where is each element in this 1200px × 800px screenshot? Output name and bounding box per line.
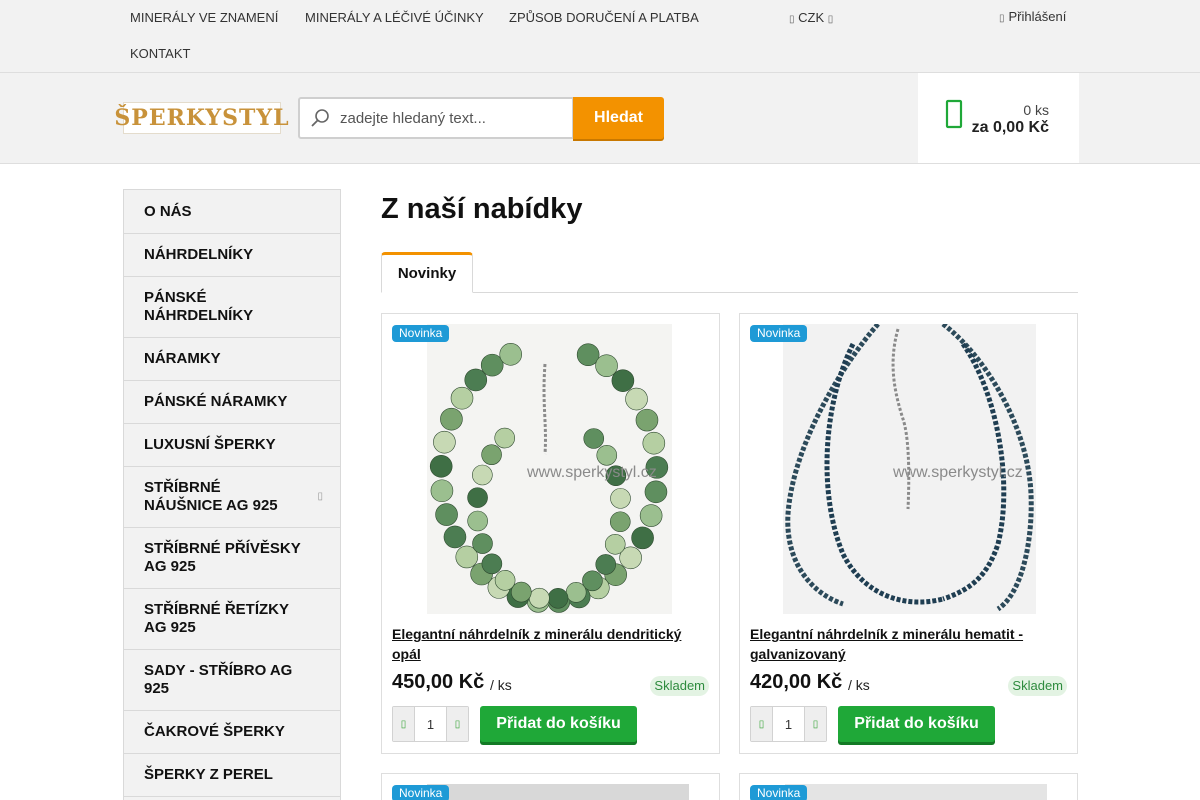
sidebar-item-sperky-z-perel[interactable]: ŠPERKY Z PEREL: [124, 754, 340, 797]
new-badge: Novinka: [750, 325, 808, 342]
sidebar-item-panske-nahrdelniky[interactable]: PÁNSKÉ NÁHRDELNÍKY: [124, 277, 340, 338]
stock-status-badge: Skladem: [650, 676, 709, 696]
quantity-stepper: ▯ ▯: [750, 706, 827, 742]
product-card: Novinka www.sperkystyl.cz Elegantní náhr…: [739, 313, 1078, 754]
decrease-quantity-button[interactable]: ▯: [393, 707, 415, 741]
login-label: Přihlášení: [1008, 9, 1067, 24]
tabs-divider: [381, 292, 1078, 293]
price-unit: / ks: [848, 677, 870, 693]
sidebar-item-label: LUXUSNÍ ŠPERKY: [144, 436, 276, 453]
site-logo[interactable]: ŠPERKYSTYL: [114, 102, 289, 134]
image-watermark: www.sperkystyl.cz: [892, 464, 1023, 481]
new-badge: Novinka: [392, 325, 450, 342]
sidebar-item-label: ČAKROVÉ ŠPERKY: [144, 723, 285, 740]
sidebar-item-nahrdelniky[interactable]: NÁHRDELNÍKY: [124, 234, 340, 277]
currency-label: CZK: [798, 10, 825, 25]
header: ŠPERKYSTYL Hledat 0 ks za 0,00 Kč: [0, 73, 1200, 164]
login-link[interactable]: ▯ Přihlášení: [999, 9, 1066, 24]
sidebar-item-stribrne-retizky[interactable]: STŘÍBRNÉ ŘETÍZKY AG 925: [124, 589, 340, 650]
sidebar-item-cakrove-sperky[interactable]: ČAKROVÉ ŠPERKY: [124, 711, 340, 754]
user-icon: ▯: [999, 13, 1005, 24]
chevron-down-icon: ▯: [827, 14, 834, 25]
increase-quantity-button[interactable]: ▯: [446, 707, 468, 741]
topnav-link-mineraly-ve-znameni[interactable]: MINERÁLY VE ZNAMENÍ: [130, 10, 278, 25]
search-button[interactable]: Hledat: [573, 97, 664, 139]
currency-selector[interactable]: ▯ CZK ▯: [789, 10, 833, 25]
image-watermark: www.sperkystyl.cz: [526, 464, 657, 481]
product-card: Novinka: [381, 773, 720, 800]
new-badge: Novinka: [750, 785, 808, 800]
top-bar: MINERÁLY VE ZNAMENÍ MINERÁLY A LÉČIVÉ ÚČ…: [0, 0, 1200, 73]
sidebar-item-naramky[interactable]: NÁRAMKY: [124, 338, 340, 381]
product-image[interactable]: [785, 784, 1047, 800]
add-to-cart-button[interactable]: Přidat do košíku: [838, 706, 995, 742]
sidebar-item-label: PÁNSKÉ NÁHRDELNÍKY: [144, 289, 254, 324]
price-unit: / ks: [490, 677, 512, 693]
product-price: 420,00 Kč: [750, 671, 843, 693]
product-name-link[interactable]: Elegantní náhrdelník z minerálu dendriti…: [392, 624, 712, 664]
sidebar-item-sady-stribro[interactable]: SADY - STŘÍBRO AG 925: [124, 650, 340, 711]
product-name-link[interactable]: Elegantní náhrdelník z minerálu hematit …: [750, 624, 1070, 664]
sidebar-item-panske-naramky[interactable]: PÁNSKÉ NÁRAMKY: [124, 381, 340, 424]
sidebar-item-label: SADY - STŘÍBRO AG 925: [144, 662, 293, 697]
currency-icon: ▯: [789, 14, 795, 25]
product-image-dendritic-opal-necklace[interactable]: www.sperkystyl.cz: [427, 324, 672, 614]
topnav-link-mineraly-a-lecive-ucinky[interactable]: MINERÁLY A LÉČIVÉ ÚČINKY: [305, 10, 484, 25]
sidebar-item-label: NÁHRDELNÍKY: [144, 246, 254, 263]
sidebar-item-stribrne-nausnice[interactable]: STŘÍBRNÉ NÁUŠNICE AG 925 ▯: [124, 467, 340, 528]
sidebar-item-label: O NÁS: [144, 202, 192, 220]
product-image-hematite-necklace[interactable]: www.sperkystyl.cz: [783, 324, 1036, 614]
page-title: Z naší nabídky: [381, 193, 583, 225]
cart-summary[interactable]: 0 ks za 0,00 Kč: [918, 73, 1079, 163]
quantity-stepper: ▯ ▯: [392, 706, 469, 742]
search-box: [298, 97, 574, 139]
sidebar-item-label: STŘÍBRNÉ NÁUŠNICE AG 925: [144, 479, 278, 514]
topnav-link-zpusob-doruceni[interactable]: ZPŮSOB DORUČENÍ A PLATBA: [509, 10, 699, 25]
sidebar-item-o-nas[interactable]: O NÁS: [124, 190, 340, 234]
cart-icon: [945, 99, 963, 129]
sidebar-item-stribrne-privesky[interactable]: STŘÍBRNÉ PŘÍVĚSKY AG 925: [124, 528, 340, 589]
chevron-right-icon: ▯: [317, 491, 323, 502]
add-to-cart-button[interactable]: Přidat do košíku: [480, 706, 637, 742]
stock-status-badge: Skladem: [1008, 676, 1067, 696]
product-image[interactable]: [427, 784, 689, 800]
decrease-quantity-button[interactable]: ▯: [751, 707, 773, 741]
sidebar-item-luxusni-sperky[interactable]: LUXUSNÍ ŠPERKY: [124, 424, 340, 467]
sidebar-item-label: NÁRAMKY: [144, 350, 221, 367]
product-price: 450,00 Kč: [392, 671, 485, 693]
cart-total: za 0,00 Kč: [971, 119, 1049, 136]
new-badge: Novinka: [392, 785, 450, 800]
sidebar-item-label: STŘÍBRNÉ ŘETÍZKY AG 925: [144, 601, 289, 636]
increase-quantity-button[interactable]: ▯: [804, 707, 826, 741]
cart-quantity: 0 ks: [1023, 102, 1049, 118]
quantity-input[interactable]: [415, 707, 446, 741]
product-card: Novinka www.sperkystyl.cz Elegantní náhr…: [381, 313, 720, 754]
search-icon: [311, 109, 329, 127]
category-sidebar: O NÁS NÁHRDELNÍKY PÁNSKÉ NÁHRDELNÍKY NÁR…: [123, 189, 341, 800]
topnav-link-kontakt[interactable]: KONTAKT: [130, 46, 190, 61]
tab-novinky[interactable]: Novinky: [381, 252, 473, 293]
sidebar-item-label: STŘÍBRNÉ PŘÍVĚSKY AG 925: [144, 540, 301, 575]
product-card: Novinka: [739, 773, 1078, 800]
sidebar-item-label: PÁNSKÉ NÁRAMKY: [144, 393, 288, 410]
quantity-input[interactable]: [773, 707, 804, 741]
sidebar-item-label: ŠPERKY Z PEREL: [144, 766, 273, 783]
search-input[interactable]: [340, 105, 566, 131]
